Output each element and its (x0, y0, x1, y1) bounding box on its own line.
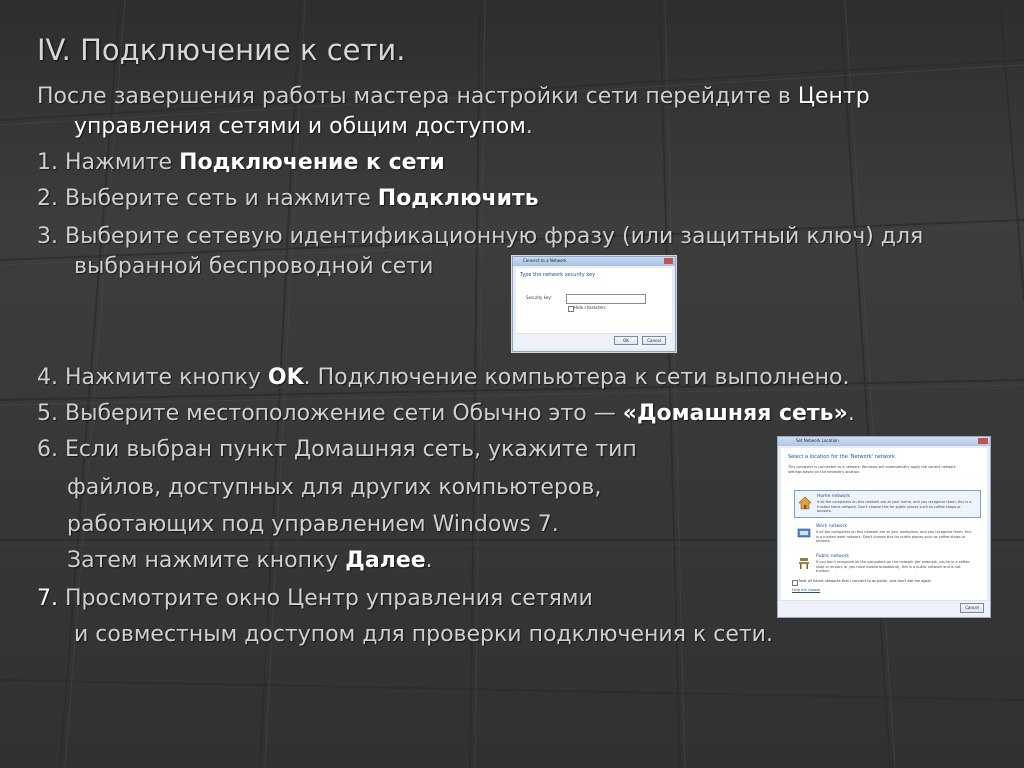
intro-line-2: управления сетями и общим доступом. (74, 114, 533, 140)
intro-highlight-2: управления сетями и общим доступом (74, 114, 526, 139)
step-4-bold: OK (267, 365, 304, 390)
step-7-number: 7. (37, 586, 58, 611)
dialog-footer: Cancel (778, 600, 990, 617)
step-5-text: 5. Выберите местоположение сети Обычно э… (37, 401, 623, 426)
intro-text: После завершения работы мастера настройк… (37, 84, 798, 109)
ok-button[interactable]: OK (614, 336, 638, 345)
step-2: 2. Выберите сеть и нажмите Подключить (37, 186, 539, 212)
step-5: 5. Выберите местоположение сети Обычно э… (37, 401, 855, 427)
cancel-button[interactable]: Cancel (960, 603, 984, 613)
treat-public-label: Treat all future networks that I connect… (798, 579, 933, 583)
home-network-option[interactable]: Home network If all the computers on thi… (794, 490, 981, 518)
step-6-text: Затем нажмите кнопку (67, 548, 346, 573)
slide-content: IV. Подключение к сети. После завершения… (0, 0, 1024, 768)
close-icon[interactable] (978, 438, 988, 444)
public-network-option[interactable]: Public network If you don't recognize al… (794, 551, 979, 577)
intro-line-1: После завершения работы мастера настройк… (37, 84, 870, 110)
security-key-label: Security key: (526, 295, 552, 300)
security-key-input[interactable] (566, 294, 646, 304)
option-description: If all the computers on this network are… (816, 530, 972, 543)
step-7-text: Просмотрите окно Центр управления сетями (58, 586, 593, 611)
step-5-bold: «Домашняя сеть» (622, 401, 848, 426)
step-6-line-4: Затем нажмите кнопку Далее. (67, 548, 433, 574)
dialog-heading: Type the network security key (520, 272, 596, 278)
step-6-line-1: 6. Если выбран пункт Домашняя сеть, укаж… (37, 437, 637, 462)
intro-highlight-1: Центр (797, 84, 870, 109)
step-6-line-3: работающих под управлением Windows 7. (67, 512, 559, 537)
step-4: 4. Нажмите кнопку OK. Подключение компью… (37, 365, 849, 391)
option-description: If all the computers on this network are… (817, 500, 972, 513)
step-1-bold: Подключение к сети (179, 150, 445, 175)
step-7-line-2: и совместным доступом для проверки подкл… (74, 622, 773, 647)
set-network-location-dialog-screenshot: Set Network Location Select a location f… (777, 436, 991, 618)
dialog-heading: Select a location for the 'Network' netw… (788, 454, 895, 460)
close-icon[interactable] (664, 258, 673, 264)
hide-characters-label: Hide characters (574, 305, 606, 310)
step-2-text: 2. Выберите сеть и нажмите (37, 186, 378, 211)
option-title: Public network (816, 554, 850, 559)
work-network-option[interactable]: Work network If all the computers on thi… (794, 521, 979, 547)
step-5-end: . (847, 401, 855, 426)
step-4-rest: . Подключение компьютера к сети выполнен… (303, 365, 850, 390)
dialog-body: Type the network security key Security k… (516, 268, 672, 348)
dialog-titlebar: Connect to a Network (513, 257, 675, 266)
option-title: Home network (817, 494, 850, 499)
step-6-line-2: файлов, доступных для других компьютеров… (67, 475, 602, 500)
step-2-bold: Подключить (377, 186, 539, 211)
dialog-title: Connect to a Network (523, 258, 567, 263)
step-6-end: . (425, 548, 433, 573)
dialog-titlebar: Set Network Location (778, 437, 990, 446)
option-title: Work network (816, 524, 848, 529)
option-description: If you don't recognize all the computers… (816, 560, 970, 573)
connect-network-dialog-screenshot: Connect to a Network Type the network se… (512, 256, 676, 352)
step-1-text: 1. Нажмите (37, 150, 180, 175)
dialog-description: This computer is connected to a network.… (788, 465, 956, 474)
help-me-choose-link[interactable]: Help me choose (792, 588, 820, 592)
dialog-footer: OK Cancel (516, 333, 672, 348)
public-icon (799, 558, 809, 569)
work-icon (797, 528, 811, 538)
step-3-line-1: 3. Выберите сетевую идентификационную фр… (37, 224, 924, 249)
step-3-line-2: выбранной беспроводной сети (74, 254, 434, 279)
dialog-title: Set Network Location (796, 438, 839, 443)
step-4-text: 4. Нажмите кнопку (37, 365, 268, 390)
intro-end: . (525, 114, 533, 139)
step-6-bold: Далее (345, 548, 426, 573)
step-7-line-1: 7. Просмотрите окно Центр управления сет… (37, 586, 593, 612)
slide-title: IV. Подключение к сети. (37, 33, 406, 67)
home-icon (798, 496, 812, 510)
cancel-button[interactable]: Cancel (642, 336, 666, 345)
step-1: 1. Нажмите Подключение к сети (37, 150, 445, 176)
